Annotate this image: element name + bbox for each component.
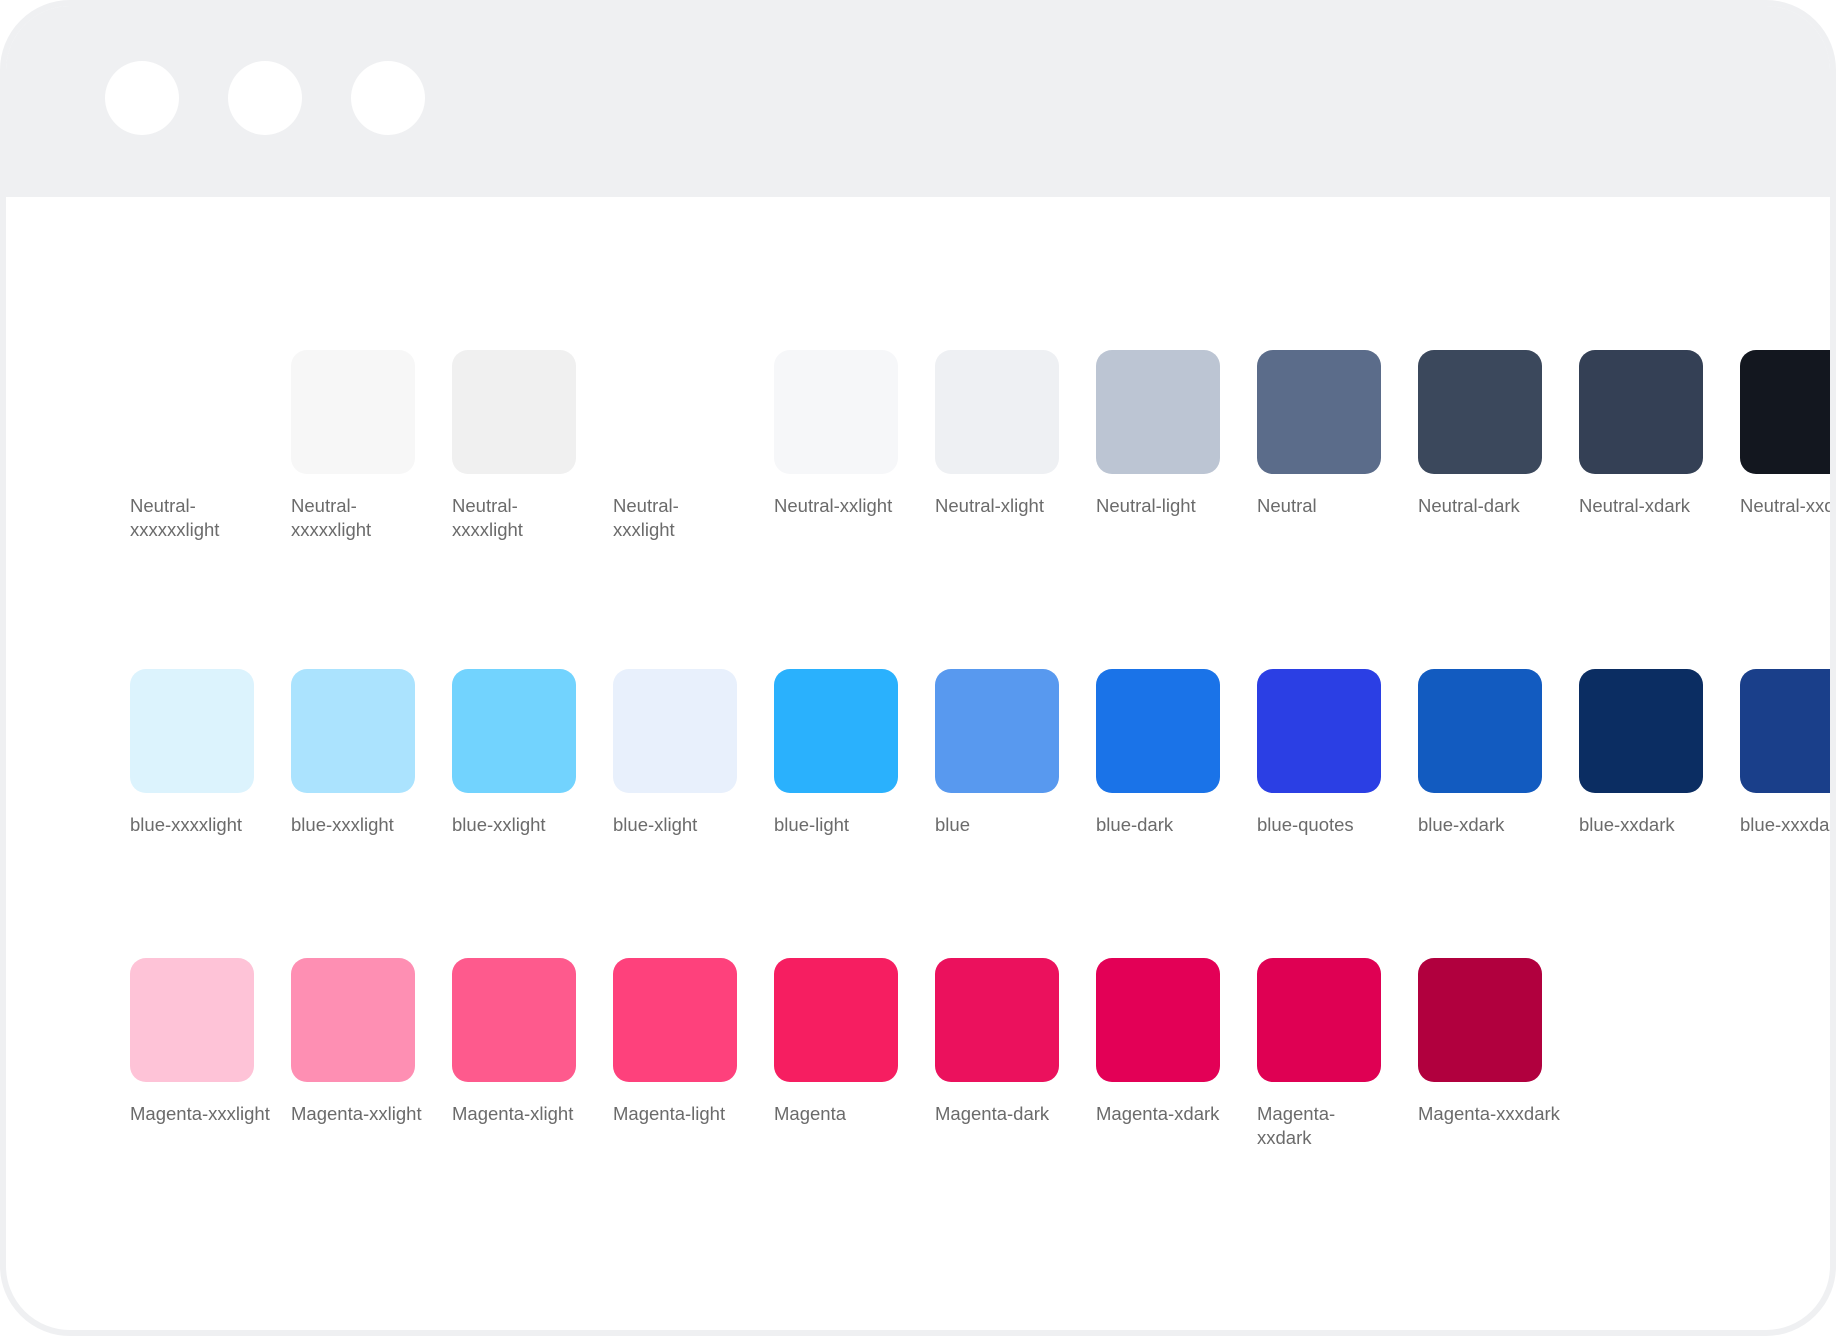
swatch-label: Magenta-xdark	[1096, 1103, 1220, 1124]
swatch-label: Neutral-xdark	[1579, 495, 1691, 516]
window-dot[interactable]	[351, 61, 425, 135]
window-dot[interactable]	[228, 61, 302, 135]
color-swatch[interactable]	[1579, 669, 1703, 793]
color-swatch[interactable]	[1096, 958, 1220, 1082]
color-swatch[interactable]	[130, 669, 254, 793]
color-swatch[interactable]	[130, 350, 254, 474]
color-swatch[interactable]	[1418, 669, 1542, 793]
swatch-label: blue	[935, 814, 970, 835]
window-titlebar	[6, 6, 1830, 197]
color-swatch[interactable]	[1579, 350, 1703, 474]
swatch-label: Magenta-dark	[935, 1103, 1050, 1124]
swatch-label: Neutral-dark	[1418, 495, 1520, 516]
color-swatch[interactable]	[1257, 350, 1381, 474]
color-swatch[interactable]	[1257, 958, 1381, 1082]
color-swatch[interactable]	[1257, 669, 1381, 793]
swatch-label: blue-dark	[1096, 814, 1174, 835]
color-swatch[interactable]	[774, 669, 898, 793]
swatch-label: blue-xxlight	[452, 814, 546, 835]
color-swatch[interactable]	[452, 958, 576, 1082]
swatch-label: Neutral-xxlight	[774, 495, 893, 516]
swatch-label: Magenta-xxdark	[1257, 1103, 1336, 1148]
swatch-label: blue-xdark	[1418, 814, 1505, 835]
color-palette: Neutral-xxxxxxlight Neutral-xxxxxlight Neu…	[6, 197, 1830, 1330]
color-swatch[interactable]	[1740, 350, 1830, 474]
color-swatch[interactable]	[613, 669, 737, 793]
swatch-label: blue-quotes	[1257, 814, 1354, 835]
color-swatch[interactable]	[774, 958, 898, 1082]
window-dot[interactable]	[105, 61, 179, 135]
color-swatch[interactable]	[935, 958, 1059, 1082]
color-swatch[interactable]	[935, 669, 1059, 793]
swatch-label: blue-xxxlight	[291, 814, 394, 835]
swatch-label: Neutral-xxxlight	[613, 495, 679, 540]
swatch-label: Magenta	[774, 1103, 846, 1124]
color-swatch[interactable]	[452, 350, 576, 474]
swatch-label: blue-xlight	[613, 814, 698, 835]
swatch-label: Neutral-xxxxlight	[452, 495, 523, 540]
color-swatch[interactable]	[291, 958, 415, 1082]
swatch-label: Neutral-xlight	[935, 495, 1044, 516]
swatch-label: Neutral-light	[1096, 495, 1196, 516]
swatch-label: Magenta-xxxdark	[1418, 1103, 1560, 1124]
color-swatch[interactable]	[1418, 350, 1542, 474]
swatch-label: Magenta-xxlight	[291, 1103, 422, 1124]
swatch-label: Magenta-light	[613, 1103, 726, 1124]
swatch-label: Neutral-xxxxxlight	[291, 495, 372, 540]
swatch-label: blue-xxxdark	[1740, 814, 1836, 835]
color-swatch[interactable]	[613, 958, 737, 1082]
swatch-label: Magenta-xxxlight	[130, 1103, 270, 1124]
color-swatch[interactable]	[452, 669, 576, 793]
color-swatch[interactable]	[1096, 669, 1220, 793]
color-swatch[interactable]	[1096, 350, 1220, 474]
color-swatch[interactable]	[774, 350, 898, 474]
swatch-label: blue-xxxxlight	[130, 814, 243, 835]
swatch-label: Neutral-xxdark	[1740, 495, 1835, 516]
color-swatch[interactable]	[291, 350, 415, 474]
swatch-label: Neutral	[1257, 495, 1317, 516]
color-swatch[interactable]	[291, 669, 415, 793]
color-swatch[interactable]	[935, 350, 1059, 474]
swatch-label: Magenta-xlight	[452, 1103, 574, 1124]
swatch-label: Neutral-xxxxxxlight	[130, 495, 220, 540]
color-swatch[interactable]	[613, 350, 737, 474]
swatch-label: blue-light	[774, 814, 850, 835]
color-swatch[interactable]	[1418, 958, 1542, 1082]
browser-window: Neutral-xxxxxxlight Neutral-xxxxxlight Neu…	[0, 0, 1836, 1336]
color-swatch[interactable]	[1740, 669, 1830, 793]
color-swatch[interactable]	[130, 958, 254, 1082]
swatch-label: blue-xxdark	[1579, 814, 1675, 835]
